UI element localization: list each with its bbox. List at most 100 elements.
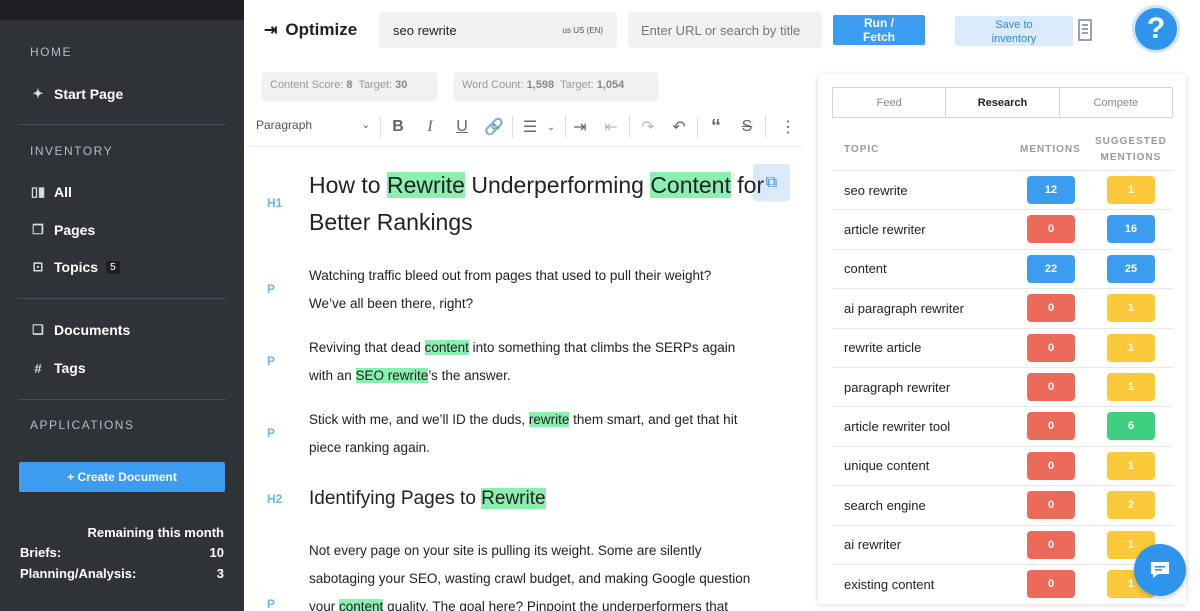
table-row[interactable]: unique content 0 1 (832, 445, 1173, 485)
divider (565, 116, 566, 138)
table-row[interactable]: ai paragraph rewriter 0 1 (832, 288, 1173, 327)
sidebar-item-pages[interactable]: ❐ Pages (30, 222, 95, 238)
paragraph: Reviving that dead content into somethin… (309, 334, 754, 390)
tab-research[interactable]: Research (946, 88, 1060, 117)
heading-h1: How to Rewrite Underperforming Content f… (309, 167, 769, 241)
divider (18, 399, 226, 400)
table-row[interactable]: existing content 0 1 (832, 564, 1173, 603)
table-row[interactable]: content 22 25 (832, 248, 1173, 288)
divider (629, 116, 630, 138)
text-span: quality. The goal here? Pinpoint the und… (383, 599, 729, 611)
content-score-box: Content Score: 8 Target: 30 (262, 72, 437, 98)
block-tag-h2: H2 (267, 492, 283, 506)
highlighted-term: content (339, 599, 384, 611)
run-fetch-button[interactable]: Run / Fetch (833, 15, 925, 45)
chat-button[interactable] (1134, 544, 1186, 596)
tab-compete[interactable]: Compete (1060, 88, 1172, 117)
more-options-icon[interactable]: ⋮ (777, 116, 799, 138)
tab-feed[interactable]: Feed (833, 88, 947, 117)
chevron-down-icon[interactable]: ⌄ (540, 116, 562, 138)
word-count-box: Word Count: 1,598 Target: 1,054 (454, 72, 658, 98)
paragraph-style-select[interactable]: Paragraph ⌄ (256, 118, 370, 132)
link-icon[interactable]: 🔗 (483, 116, 505, 138)
page-title-text: Optimize (285, 20, 358, 39)
table-row[interactable]: paragraph rewriter 0 1 (832, 367, 1173, 406)
mentions-pill: 0 (1027, 570, 1075, 598)
indent-icon[interactable]: ⇥ (569, 116, 591, 138)
italic-icon[interactable]: I (419, 116, 441, 138)
locale-selector[interactable]: us US (EN) (563, 26, 603, 35)
mentions-pill: 12 (1027, 176, 1075, 204)
help-button[interactable]: ? (1132, 5, 1180, 53)
research-panel: Feed Research Compete TOPIC MENTIONS SUG… (818, 74, 1186, 604)
bold-icon[interactable]: B (387, 116, 409, 138)
text-span: How to (309, 172, 387, 198)
exit-icon: ⇥ (264, 22, 278, 39)
block-tag-h1: H1 (267, 196, 283, 210)
page-title: ⇥ Optimize (264, 20, 357, 40)
bullet-list-icon[interactable]: ☰ (519, 116, 541, 138)
suggested-pill: 25 (1107, 254, 1155, 283)
column-header-suggested-line2: MENTIONS (1100, 152, 1162, 163)
divider (512, 116, 513, 138)
sidebar-item-topics[interactable]: ⊡ Topics 5 (30, 259, 120, 275)
chevron-down-icon: ⌄ (361, 119, 370, 131)
suggested-pill: 2 (1107, 491, 1155, 520)
strikethrough-icon[interactable]: S (736, 116, 758, 138)
divider (697, 116, 698, 138)
paragraph: Not every page on your site is pulling i… (309, 537, 769, 611)
table-row[interactable]: article rewriter tool 0 6 (832, 406, 1173, 445)
suggested-pill: 1 (1107, 176, 1155, 204)
sidebar-item-documents[interactable]: ❏ Documents (30, 322, 130, 338)
table-row[interactable]: rewrite article 0 1 (832, 327, 1173, 367)
highlighted-term: Rewrite (481, 488, 546, 509)
sidebar-item-all[interactable]: ▯▮ All (30, 184, 72, 200)
content-score-value: 8 (346, 79, 353, 91)
highlighted-term: content (424, 340, 469, 355)
briefs-label: Briefs: (20, 545, 62, 560)
highlighted-term: rewrite (528, 412, 570, 427)
table-row[interactable]: search engine 0 2 (832, 485, 1173, 524)
mentions-pill: 0 (1027, 373, 1075, 401)
sidebar-item-tags[interactable]: # Tags (30, 360, 86, 376)
planning-value: 3 (216, 566, 224, 581)
sidebar-item-start-page[interactable]: ✦ Start Page (30, 86, 124, 102)
text-line: Watching traffic bleed out from pages th… (309, 268, 712, 283)
table-row[interactable]: seo rewrite 12 1 (832, 170, 1173, 209)
topic-name: rewrite article (844, 340, 922, 356)
run-fetch-line1: Run / (864, 16, 894, 30)
keyword-input[interactable]: seo rewrite us US (EN) (379, 12, 617, 48)
mentions-pill: 0 (1027, 412, 1075, 441)
column-header-suggested: SUGGESTED MENTIONS (1095, 136, 1167, 163)
table-row[interactable]: ai rewriter 0 1 (832, 524, 1173, 564)
run-fetch-line2: Fetch (862, 30, 895, 44)
text-line: We’ve all been there, right? (309, 296, 474, 311)
sidebar-section-home: HOME (30, 45, 72, 59)
save-to-inventory-button[interactable]: Save to inventory (955, 16, 1073, 46)
mentions-pill: 0 (1027, 530, 1075, 559)
text-span: ’s the answer. (428, 368, 511, 383)
hash-icon: # (34, 360, 42, 376)
topic-name: ai paragraph rewriter (844, 300, 964, 316)
sidebar-topbar (0, 0, 244, 20)
editor-content[interactable]: ⧉ H1 How to Rewrite Underperforming Cont… (244, 146, 804, 611)
sidebar-section-applications: APPLICATIONS (30, 418, 135, 432)
redo-icon[interactable]: ↷ (637, 116, 659, 138)
undo-icon[interactable]: ↶ (668, 116, 690, 138)
block-tag-p: P (267, 597, 276, 611)
header: ⇥ Optimize seo rewrite us US (EN) Run / … (244, 0, 1200, 60)
word-count-label: Word Count: (462, 79, 524, 91)
panel-tabs: Feed Research Compete (832, 87, 1173, 118)
outdent-icon[interactable]: ⇤ (600, 116, 622, 138)
sidebar: HOME ✦ Start Page INVENTORY ▯▮ All ❐ Pag… (0, 0, 244, 611)
text-span: Underperforming (464, 172, 651, 198)
document-icon[interactable] (1078, 19, 1092, 41)
create-document-button[interactable]: + Create Document (19, 462, 225, 492)
url-search-input[interactable] (628, 12, 822, 48)
divider (380, 116, 381, 138)
quote-icon[interactable]: “ (705, 116, 727, 138)
table-row[interactable]: article rewriter 0 16 (832, 209, 1173, 248)
topic-name: unique content (844, 458, 930, 474)
underline-icon[interactable]: U (451, 116, 473, 138)
sidebar-item-label: Tags (54, 360, 86, 376)
